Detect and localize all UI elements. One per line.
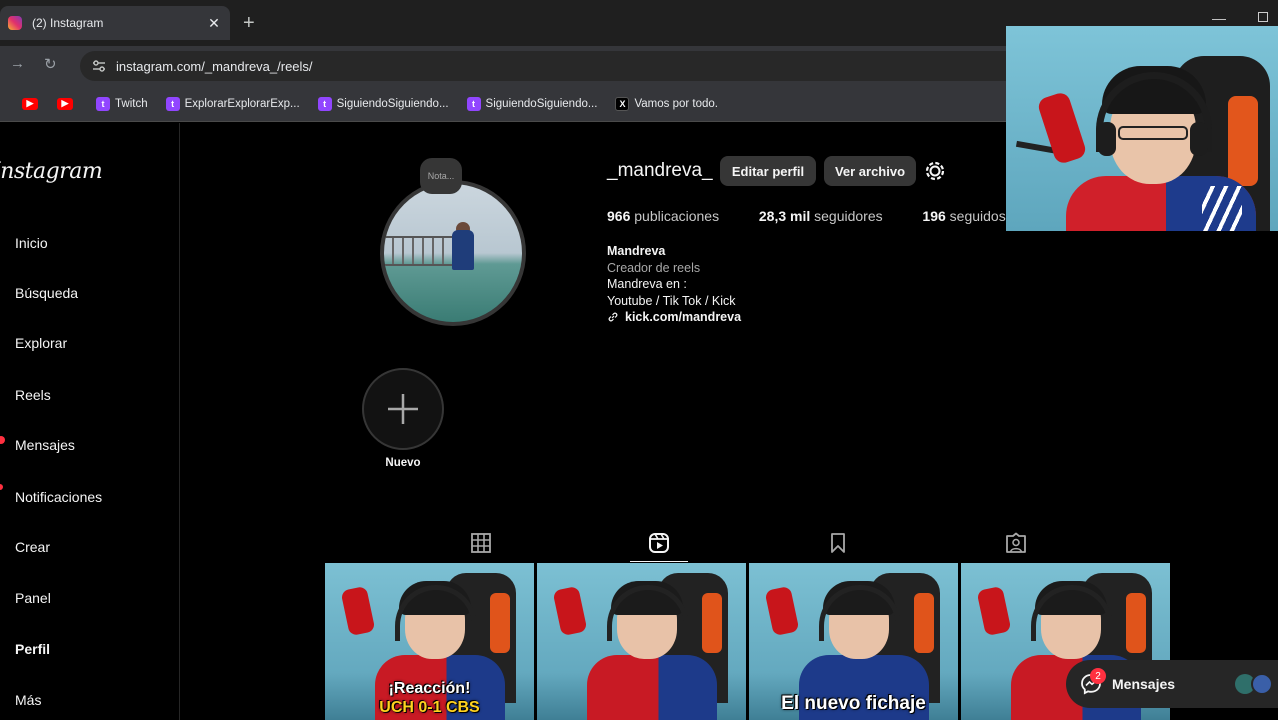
following-stat[interactable]: 196 seguidos [922,208,1005,224]
sidebar-item-label: Crear [15,539,51,555]
shirt [587,655,717,720]
window-minimize-icon[interactable]: — [1212,10,1226,26]
tab-reels-icon[interactable] [648,532,670,554]
message-avatars-icon [1235,673,1273,695]
sidebar-item-label: Inicio [15,235,48,251]
reel-thumbnail-3[interactable]: El nuevo fichaje [749,563,958,720]
messages-count-badge: 2 [1090,668,1106,684]
bookmark-label: SiguiendoSiguiendo... [336,97,449,110]
sidebar-item-label: Perfil [15,641,51,657]
sidebar-item-explorar[interactable]: Explorar [0,328,170,358]
x-icon: X [615,96,630,111]
sidebar-item-label: Mensajes [15,437,75,453]
plus-icon [388,394,418,424]
sidebar-item-reels[interactable]: Reels [0,380,170,410]
reload-icon[interactable]: ↻ [44,55,57,73]
messages-label: Mensajes [1112,676,1176,692]
new-highlight-button[interactable] [362,368,444,450]
microphone [1036,90,1088,166]
bookmark-x[interactable]: X Vamos por todo. [615,96,718,111]
sidebar-item-mas[interactable]: Más [0,685,170,715]
reel-caption-score: UCH 0-1 CBS [379,699,480,716]
bookmark-label: ExplorarExplorarExp... [184,97,300,110]
youtube-icon: ▶ [57,97,73,110]
sidebar-item-crear[interactable]: Crear [0,532,170,562]
tab-saved-bookmark-icon[interactable] [827,532,849,554]
twitch-icon: t [96,96,110,111]
forward-icon[interactable]: → [10,55,25,72]
profile-bio: Mandreva Creador de reels Mandreva en : … [607,243,741,326]
streamer-webcam-overlay [1006,26,1278,231]
twitch-icon: t [317,96,332,111]
sidebar-item-perfil[interactable]: Perfil [0,634,170,664]
posts-stat[interactable]: 966 publicaciones [607,208,723,224]
twitch-icon: t [466,96,481,111]
bookmark-label: Vamos por todo. [634,97,718,110]
sidebar-item-label: Más [15,692,42,708]
url-text: instagram.com/_mandreva_/reels/ [116,58,313,74]
bio-link[interactable]: kick.com/mandreva [607,309,741,326]
browser-tab-instagram[interactable]: (2) Instagram ✕ [0,6,230,40]
tab-posts-grid-icon[interactable] [470,532,492,554]
edit-profile-button[interactable]: Editar perfil [720,156,816,186]
tab-title: (2) Instagram [32,16,104,30]
note-bubble[interactable]: Nota... [420,158,462,194]
sidebar-item-label: Panel [15,590,51,606]
bookmark-siguiendo-2[interactable]: t SiguiendoSiguiendo... [466,96,598,111]
twitch-icon: t [165,96,180,111]
sidebar-item-inicio[interactable]: Inicio [0,228,170,258]
photo-person [452,230,474,270]
sidebar-item-panel[interactable]: Panel [0,583,170,613]
bio-line-2: Youtube / Tik Tok / Kick [607,293,736,308]
sidebar-item-notificaciones[interactable]: Notificaciones [0,482,170,512]
new-tab-button[interactable]: + [243,12,255,35]
bio-category: Creador de reels [607,260,701,275]
sidebar-item-label: Notificaciones [15,489,103,505]
followers-stat[interactable]: 28,3 mil seguidores [759,208,887,224]
headset-earcup [1098,122,1116,156]
bookmark-youtube-2[interactable]: ▶ [57,97,78,110]
active-tab-indicator [630,561,688,562]
link-icon [608,312,618,322]
settings-gear-icon[interactable] [922,158,948,184]
bio-line-1: Mandreva en : [607,277,687,291]
new-highlight-label: Nuevo [385,457,421,469]
sidebar-item-label: Explorar [15,335,68,351]
reel-thumbnail-1[interactable]: ¡Reacción! UCH 0-1 CBS [325,563,534,720]
profile-avatar[interactable] [380,180,526,326]
reel-caption: El nuevo fichaje [781,693,926,714]
window-maximize-icon[interactable] [1258,12,1268,22]
site-settings-icon[interactable] [92,59,106,73]
instagram-sidebar: Instagram Inicio Búsqueda Explorar Reels… [0,123,180,720]
instagram-logo[interactable]: Instagram [0,159,103,184]
bookmark-explorar[interactable]: t ExplorarExplorarExp... [165,96,300,111]
youtube-icon: ▶ [22,97,38,110]
sidebar-item-busqueda[interactable]: Búsqueda [0,278,170,308]
sidebar-item-mensajes[interactable]: Mensajes [0,430,170,460]
profile-photo [384,184,522,322]
reel-thumbnail-2[interactable] [537,563,746,720]
tab-close-icon[interactable]: ✕ [206,15,222,32]
reel-caption: ¡Reacción! [388,680,471,697]
bookmark-twitch[interactable]: t Twitch [96,96,148,111]
tab-tagged-icon[interactable] [1005,532,1027,554]
gaming-chair-accent [1228,96,1258,186]
messages-badge [0,436,5,444]
bookmark-siguiendo-1[interactable]: t SiguiendoSiguiendo... [317,96,449,111]
instagram-favicon-icon [8,16,22,30]
sidebar-item-label: Búsqueda [15,285,79,301]
notifications-dot [0,484,3,490]
shirt-stripes [1202,186,1242,231]
bookmark-label: Twitch [115,97,148,110]
view-archive-button[interactable]: Ver archivo [824,156,916,186]
headset-earcup [1190,122,1208,156]
profile-stats: 966 publicaciones 28,3 mil seguidores 19… [607,208,1006,224]
bookmark-label: SiguiendoSiguiendo... [485,97,598,110]
bio-name: Mandreva [607,244,666,258]
profile-username: _mandreva_ [607,160,713,181]
bookmark-youtube-1[interactable]: ▶ [22,97,43,110]
sidebar-item-label: Reels [15,387,51,403]
